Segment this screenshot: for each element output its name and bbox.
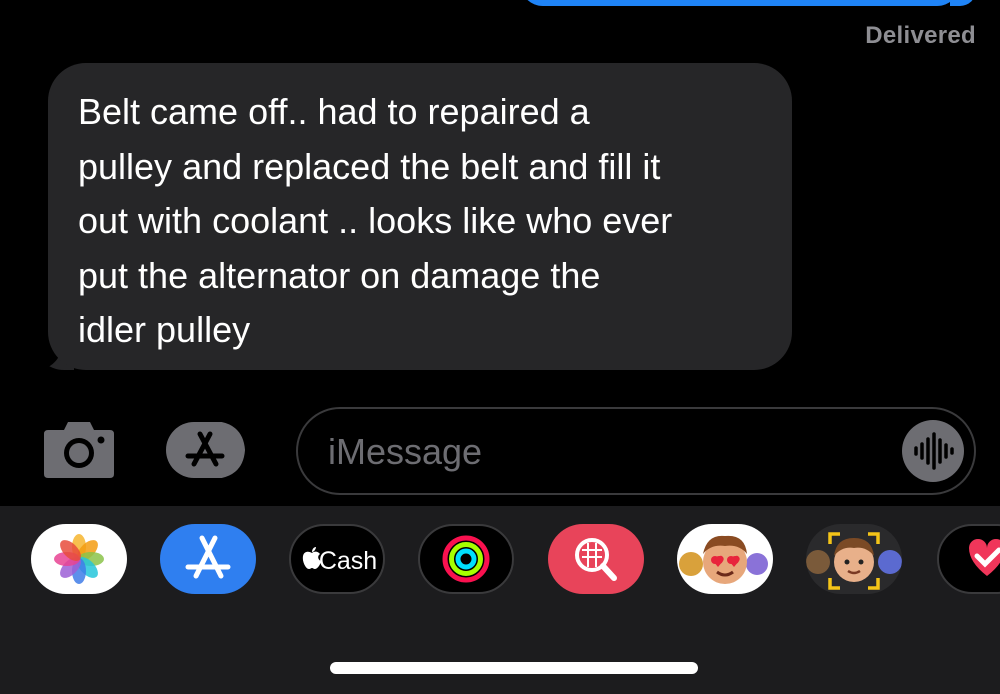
images-search-app-button[interactable] xyxy=(548,524,644,594)
activity-icon xyxy=(442,535,490,583)
memoji-app-button[interactable] xyxy=(806,524,902,594)
delivered-status: Delivered xyxy=(865,22,976,49)
waveform-icon xyxy=(914,432,954,470)
activity-app-button[interactable] xyxy=(418,524,514,594)
photos-app-button[interactable] xyxy=(31,524,127,594)
apple-cash-label: Cash xyxy=(318,547,378,575)
apple-cash-app-button[interactable]: Cash xyxy=(289,524,385,594)
memoji-icon xyxy=(806,532,902,590)
images-search-icon xyxy=(575,538,617,581)
camera-button[interactable] xyxy=(42,418,116,480)
message-input[interactable]: iMessage xyxy=(296,407,976,495)
memoji-stickers-icon xyxy=(679,535,768,584)
digital-touch-icon xyxy=(969,539,1000,576)
received-message-bubble[interactable]: Belt came off.. had to repaired a pulley… xyxy=(48,63,792,370)
app-store-icon xyxy=(185,535,231,579)
photos-icon xyxy=(54,534,104,584)
memoji-stickers-app-button[interactable] xyxy=(677,524,773,594)
app-store-button[interactable] xyxy=(166,421,256,479)
message-text: Belt came off.. had to repaired a pulley… xyxy=(78,91,673,350)
camera-icon xyxy=(44,422,114,478)
sent-bubble-tail xyxy=(950,0,976,6)
audio-message-button[interactable] xyxy=(902,420,964,482)
message-input-placeholder: iMessage xyxy=(328,431,483,472)
home-indicator[interactable] xyxy=(330,662,698,674)
digital-touch-app-button[interactable] xyxy=(937,524,1000,594)
app-store-icon xyxy=(166,421,246,479)
sent-message-bubble[interactable] xyxy=(520,0,960,6)
app-store-app-button[interactable] xyxy=(160,524,256,594)
